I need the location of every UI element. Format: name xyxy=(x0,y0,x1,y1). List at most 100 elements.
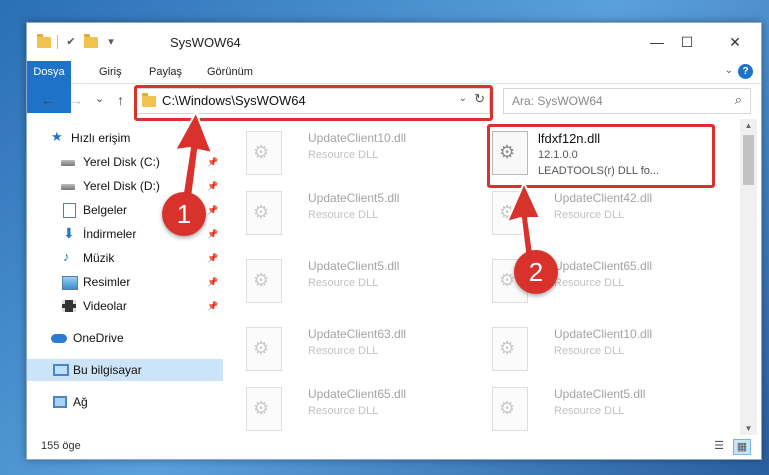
up-button[interactable]: ↑ xyxy=(117,92,124,108)
sidebar-item-label: Videolar xyxy=(83,299,127,313)
sidebar-item-network[interactable]: Ağ xyxy=(27,391,223,413)
pin-icon[interactable]: 📌 xyxy=(207,295,218,317)
search-input[interactable]: Ara: SysWOW64 ⌕ xyxy=(503,88,751,114)
sidebar-item-pictures[interactable]: Resimler 📌 xyxy=(27,271,223,293)
ribbon-tabs: Dosya Giriş Paylaş Görünüm ⌄ ? xyxy=(27,61,761,113)
file-item[interactable]: UpdateClient63.dll Resource DLL xyxy=(242,323,472,375)
downloads-icon: ⬇ xyxy=(63,225,75,241)
dll-file-icon xyxy=(246,131,282,175)
file-item[interactable]: UpdateClient5.dll Resource DLL xyxy=(242,187,472,239)
help-icon[interactable]: ? xyxy=(738,64,753,79)
customize-toolbar-icon[interactable]: ▾ xyxy=(104,35,118,49)
star-icon: ★ xyxy=(51,129,63,144)
file-name: UpdateClient42.dll xyxy=(554,191,653,205)
drive-icon xyxy=(61,184,75,190)
chevron-down-icon[interactable]: ⌄ xyxy=(725,65,733,76)
file-name: UpdateClient63.dll xyxy=(308,327,407,341)
sidebar-item-this-pc[interactable]: Bu bilgisayar xyxy=(27,359,223,381)
videos-icon xyxy=(62,300,76,312)
sidebar-item-quick-access[interactable]: ★ Hızlı erişim xyxy=(27,127,223,149)
large-icons-view-icon[interactable]: ▦ xyxy=(733,439,751,455)
dll-file-icon xyxy=(246,327,282,371)
close-button[interactable]: ✕ xyxy=(715,29,755,55)
forward-button[interactable]: → xyxy=(69,92,83,108)
sidebar-item-label: Resimler xyxy=(83,275,131,289)
file-type: Resource DLL xyxy=(308,149,379,161)
title-bar: ✔ ▾ SysWOW64 — ☐ ✕ xyxy=(27,23,761,61)
folder-icon xyxy=(37,33,51,48)
step-1-badge: 1 xyxy=(162,192,206,236)
sidebar-item-music[interactable]: ♪ Müzik 📌 xyxy=(27,247,223,269)
file-item[interactable]: UpdateClient5.dll Resource DLL xyxy=(488,383,718,435)
pin-icon[interactable]: 📌 xyxy=(207,151,218,173)
file-type: Resource DLL xyxy=(554,209,625,221)
file-name: UpdateClient65.dll xyxy=(308,387,407,401)
file-name: UpdateClient5.dll xyxy=(554,387,646,401)
tab-home[interactable]: Giriş xyxy=(89,61,132,83)
file-item[interactable]: UpdateClient65.dll Resource DLL xyxy=(242,383,472,435)
sidebar-item-label: Belgeler xyxy=(83,203,128,217)
search-placeholder: Ara: SysWOW64 xyxy=(512,94,603,108)
file-type: Resource DLL xyxy=(308,277,379,289)
sidebar-item-label: Bu bilgisayar xyxy=(73,363,142,377)
pin-icon[interactable]: 📌 xyxy=(207,223,218,245)
navigation-pane: ★ Hızlı erişim Yerel Disk (C:) 📌 Yerel D… xyxy=(27,123,225,435)
sidebar-item-videos[interactable]: Videolar 📌 xyxy=(27,295,223,317)
file-name: UpdateClient5.dll xyxy=(308,191,400,205)
sidebar-item-label: Yerel Disk (C:) xyxy=(83,155,160,169)
file-type: Resource DLL xyxy=(308,405,379,417)
item-count: 155 öge xyxy=(41,440,81,452)
status-bar: 155 öge ☰ ▦ xyxy=(27,436,761,458)
tab-view[interactable]: Görünüm xyxy=(197,61,263,83)
this-pc-icon xyxy=(53,364,69,376)
pin-icon[interactable]: 📌 xyxy=(207,247,218,269)
file-name: UpdateClient10.dll xyxy=(308,131,407,145)
vertical-scrollbar[interactable]: ▲ ▼ xyxy=(740,119,757,435)
tab-share[interactable]: Paylaş xyxy=(139,61,192,83)
drive-icon xyxy=(61,160,75,166)
recent-locations-button[interactable]: ⌄ xyxy=(95,92,104,105)
step-2-badge: 2 xyxy=(514,250,558,294)
music-icon: ♪ xyxy=(63,249,70,264)
properties-icon[interactable]: ✔ xyxy=(64,35,78,49)
divider xyxy=(57,35,58,49)
back-button[interactable]: ← xyxy=(41,92,55,108)
details-view-icon[interactable]: ☰ xyxy=(711,439,727,453)
dll-file-icon xyxy=(246,191,282,235)
scroll-up-icon[interactable]: ▲ xyxy=(740,121,757,130)
file-item[interactable]: UpdateClient42.dll Resource DLL xyxy=(488,187,718,239)
file-name: UpdateClient5.dll xyxy=(308,259,400,273)
pictures-icon xyxy=(62,276,78,290)
sidebar-item-label: Hızlı erişim xyxy=(71,131,131,145)
file-item[interactable]: UpdateClient10.dll Resource DLL xyxy=(242,127,472,179)
sidebar-item-label: Ağ xyxy=(73,395,88,409)
file-name: UpdateClient10.dll xyxy=(554,327,653,341)
file-type: Resource DLL xyxy=(554,405,625,417)
sidebar-item-label: Yerel Disk (D:) xyxy=(83,179,160,193)
network-icon xyxy=(53,396,67,408)
onedrive-icon xyxy=(51,334,67,343)
dll-file-icon xyxy=(246,387,282,431)
file-item[interactable]: UpdateClient10.dll Resource DLL xyxy=(488,323,718,375)
search-icon[interactable]: ⌕ xyxy=(735,92,742,108)
file-type: Resource DLL xyxy=(554,277,625,289)
pin-icon[interactable]: 📌 xyxy=(207,175,218,197)
file-item[interactable]: UpdateClient5.dll Resource DLL xyxy=(242,255,472,307)
sidebar-item-onedrive[interactable]: OneDrive xyxy=(27,327,223,349)
maximize-button[interactable]: ☐ xyxy=(667,29,707,55)
documents-icon xyxy=(63,203,76,218)
file-type: Resource DLL xyxy=(308,345,379,357)
dll-file-icon xyxy=(492,327,528,371)
window-title: SysWOW64 xyxy=(170,35,241,50)
scroll-down-icon[interactable]: ▼ xyxy=(740,424,757,433)
pin-icon[interactable]: 📌 xyxy=(207,199,218,221)
new-folder-icon[interactable] xyxy=(84,33,98,48)
address-bar-highlight xyxy=(134,85,493,121)
sidebar-item-drive-c[interactable]: Yerel Disk (C:) 📌 xyxy=(27,151,223,173)
pin-icon[interactable]: 📌 xyxy=(207,271,218,293)
dll-file-icon xyxy=(492,387,528,431)
file-type: Resource DLL xyxy=(308,209,379,221)
dll-file-icon xyxy=(246,259,282,303)
scrollbar-thumb[interactable] xyxy=(743,135,754,185)
dll-file-icon xyxy=(492,191,528,235)
